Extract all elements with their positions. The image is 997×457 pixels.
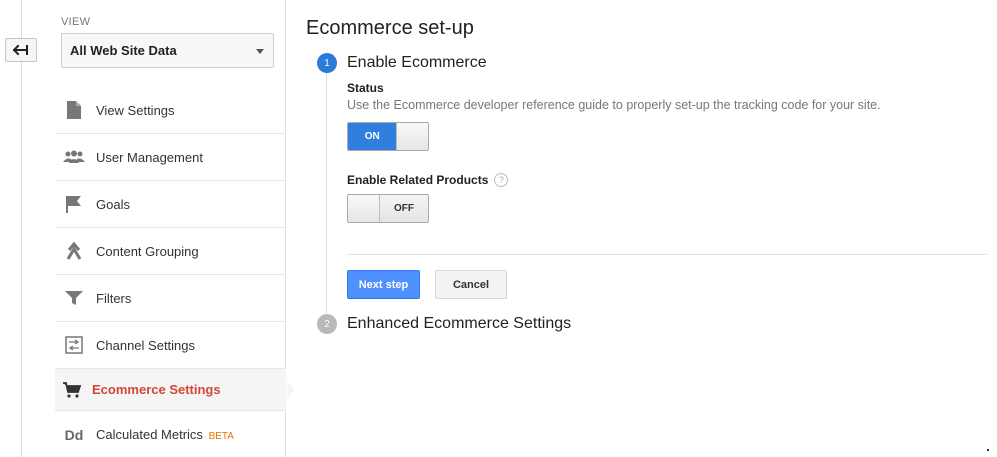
sidebar: VIEW All Web Site Data View Settings Use… bbox=[42, 0, 295, 457]
next-step-button[interactable]: Next step bbox=[347, 270, 420, 299]
sidebar-item-label-text: Calculated Metrics bbox=[96, 427, 203, 442]
corner-mark bbox=[987, 449, 989, 451]
view-label: VIEW bbox=[61, 16, 91, 28]
sidebar-item-label: Filters bbox=[96, 290, 132, 306]
view-select-value: All Web Site Data bbox=[70, 43, 177, 58]
step-connector bbox=[326, 73, 327, 313]
related-products-toggle[interactable]: OFF bbox=[347, 194, 429, 223]
divider bbox=[347, 254, 987, 255]
sidebar-item-content-grouping[interactable]: Content Grouping bbox=[55, 228, 286, 275]
main-content: Ecommerce set-up 1 Enable Ecommerce Stat… bbox=[306, 0, 997, 457]
toggle-knob bbox=[396, 123, 428, 150]
step-1-title: Enable Ecommerce bbox=[347, 54, 487, 71]
back-arrow-icon bbox=[13, 44, 28, 56]
document-icon bbox=[63, 99, 85, 121]
flag-icon bbox=[63, 193, 85, 215]
rail-line bbox=[21, 0, 22, 457]
status-label: Status bbox=[347, 81, 384, 95]
related-products-label: Enable Related Products ? bbox=[347, 173, 509, 187]
cart-icon bbox=[61, 379, 83, 401]
sidebar-item-label: User Management bbox=[96, 149, 203, 165]
status-description: Use the Ecommerce developer reference gu… bbox=[347, 98, 881, 112]
toggle-knob bbox=[348, 195, 380, 222]
view-select[interactable]: All Web Site Data bbox=[61, 33, 274, 68]
sidebar-item-filters[interactable]: Filters bbox=[55, 275, 286, 322]
chevron-down-icon bbox=[256, 49, 264, 54]
sidebar-item-label: Calculated Metrics BETA bbox=[96, 427, 234, 442]
dd-icon: Dd bbox=[64, 426, 84, 443]
sidebar-item-goals[interactable]: Goals bbox=[55, 181, 286, 228]
step-2-badge: 2 bbox=[317, 314, 337, 334]
filter-icon bbox=[63, 287, 85, 309]
cancel-button[interactable]: Cancel bbox=[435, 270, 507, 299]
toggle-on-label: ON bbox=[348, 123, 397, 150]
beta-badge: BETA bbox=[208, 431, 234, 442]
sidebar-nav: View Settings User Management Goals Cont… bbox=[55, 87, 295, 457]
active-indicator bbox=[287, 381, 295, 399]
sidebar-item-ecommerce-settings[interactable]: Ecommerce Settings bbox=[55, 369, 295, 411]
sidebar-item-label: View Settings bbox=[96, 102, 175, 118]
sidebar-item-label: Goals bbox=[96, 196, 130, 212]
sidebar-item-channel-settings[interactable]: Channel Settings bbox=[55, 322, 286, 369]
sidebar-item-view-settings[interactable]: View Settings bbox=[55, 87, 286, 134]
sidebar-item-label: Content Grouping bbox=[96, 243, 199, 259]
toggle-off-label: OFF bbox=[380, 195, 428, 222]
back-button[interactable] bbox=[5, 38, 37, 62]
channel-settings-icon bbox=[63, 334, 85, 356]
sidebar-item-label: Ecommerce Settings bbox=[92, 382, 221, 397]
content-grouping-icon bbox=[63, 240, 85, 262]
ecommerce-status-toggle[interactable]: ON bbox=[347, 122, 429, 151]
help-icon[interactable]: ? bbox=[494, 173, 509, 187]
related-products-label-text: Enable Related Products bbox=[347, 173, 489, 187]
sidebar-item-label: Channel Settings bbox=[96, 337, 196, 353]
page-title: Ecommerce set-up bbox=[306, 17, 474, 39]
left-rail bbox=[0, 0, 42, 457]
step-1-badge: 1 bbox=[317, 53, 337, 73]
step-2-title[interactable]: Enhanced Ecommerce Settings bbox=[347, 315, 571, 333]
sidebar-item-calculated-metrics[interactable]: Dd Calculated Metrics BETA bbox=[55, 411, 286, 457]
sidebar-item-user-management[interactable]: User Management bbox=[55, 134, 286, 181]
users-icon bbox=[63, 146, 85, 168]
